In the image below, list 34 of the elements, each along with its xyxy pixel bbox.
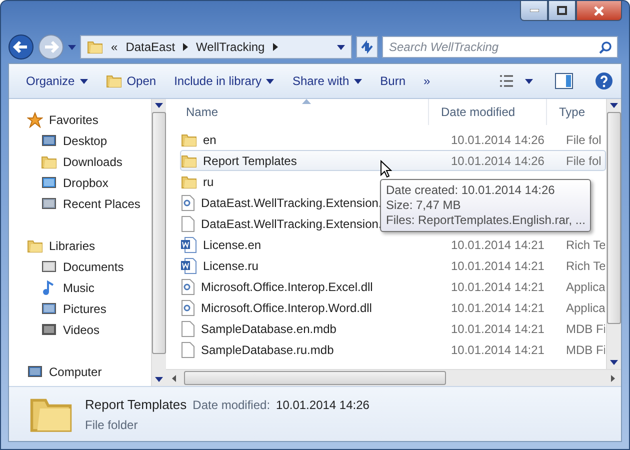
details-date-label: Date modified: bbox=[192, 398, 270, 412]
file-name: DataEast.WellTracking.Extension. bbox=[201, 196, 382, 210]
type-text: Applica bbox=[565, 280, 605, 294]
date-text: 10.01.2014 14:21 bbox=[450, 258, 546, 272]
file-name: en bbox=[203, 132, 216, 146]
file-name: License.en bbox=[203, 238, 262, 252]
type-text: File fol bbox=[565, 132, 602, 146]
type-text: MDB Fi bbox=[565, 322, 605, 336]
file-name: DataEast.WellTracking.Extension. bbox=[201, 216, 382, 230]
details-type: File folder bbox=[85, 418, 139, 432]
tooltip-line: Date created: 10.01.2014 14:26 bbox=[386, 183, 556, 198]
file-name: SampleDatabase.ru.mdb bbox=[201, 342, 334, 356]
file-name: Microsoft.Office.Interop.Excel.dll bbox=[201, 280, 373, 294]
file-name: ru bbox=[203, 174, 214, 188]
file-name: Microsoft.Office.Interop.Word.dll bbox=[201, 300, 372, 314]
file-name: SampleDatabase.en.mdb bbox=[201, 322, 336, 336]
date-text: 10.01.2014 14:21 bbox=[450, 342, 546, 356]
file-name: Report Templates bbox=[203, 154, 297, 168]
tooltip-line: Size: 7,47 MB bbox=[386, 198, 462, 213]
details-date: 10.01.2014 14:26 bbox=[276, 398, 370, 412]
type-text: MDB Fi bbox=[565, 342, 605, 356]
details-name: Report Templates bbox=[85, 396, 187, 412]
type-text: Rich Te bbox=[565, 238, 605, 252]
date-text: 10.01.2014 14:21 bbox=[450, 280, 546, 294]
tooltip-line: Files: ReportTemplates.English.rar, ... bbox=[386, 213, 586, 228]
type-text: File fol bbox=[565, 154, 602, 168]
type-text: Applica bbox=[565, 300, 605, 314]
date-text: 10.01.2014 14:21 bbox=[450, 300, 546, 314]
file-name: License.ru bbox=[203, 258, 258, 272]
type-text: Rich Te bbox=[565, 258, 605, 272]
date-text: 10.01.2014 14:21 bbox=[450, 238, 546, 252]
date-text: 10.01.2014 14:26 bbox=[450, 132, 546, 146]
date-text: 10.01.2014 14:26 bbox=[450, 154, 546, 168]
date-text: 10.01.2014 14:21 bbox=[450, 322, 546, 336]
